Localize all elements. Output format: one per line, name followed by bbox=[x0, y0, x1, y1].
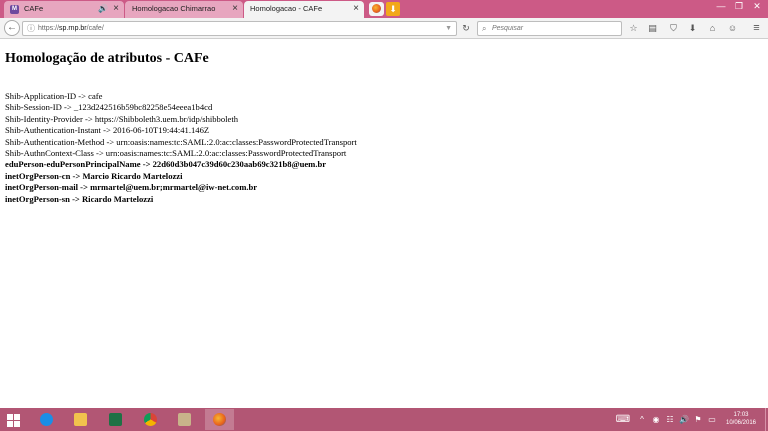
clock[interactable]: 17:03 10/06/2016 bbox=[722, 411, 760, 427]
url-path: /cafe/ bbox=[86, 25, 104, 32]
close-window-icon[interactable]: ✕ bbox=[748, 0, 766, 14]
taskbar-file-explorer[interactable] bbox=[66, 409, 95, 430]
pocket-icon[interactable]: ⛉ bbox=[667, 21, 680, 36]
page-title: Homologação de atributos - CAFe bbox=[5, 51, 209, 66]
tab-label: Homologacao - CAFe bbox=[250, 4, 323, 13]
archive-icon bbox=[178, 413, 191, 426]
firefox-hello-button[interactable] bbox=[369, 2, 384, 16]
attribute-row: Shib-Authentication-Method -> urn:oasis:… bbox=[5, 136, 357, 147]
search-bar[interactable]: ⌕ bbox=[477, 21, 622, 36]
chat-icon[interactable]: ☺ bbox=[726, 21, 739, 36]
clock-time: 17:03 bbox=[733, 412, 749, 418]
network-icon[interactable]: ☷ bbox=[664, 413, 676, 426]
attribute-list: Shib-Application-ID -> cafe Shib-Session-… bbox=[5, 91, 357, 205]
close-tab-icon[interactable]: × bbox=[232, 1, 238, 17]
attribute-row: Shib-AuthnContext-Class -> urn:oasis:nam… bbox=[5, 148, 347, 159]
clock-date: 10/06/2016 bbox=[725, 420, 757, 426]
action-center-flag-icon[interactable]: ⚑ bbox=[692, 413, 704, 426]
start-button[interactable] bbox=[0, 409, 29, 430]
download-arrow-icon: ⬇ bbox=[389, 4, 397, 14]
tab-homologacao-cafe[interactable]: Homologacao - CAFe × bbox=[244, 1, 364, 18]
attribute-row: Shib-Session-ID -> _123d242516b59bc82258… bbox=[5, 102, 213, 113]
attribute-row: eduPerson-eduPersonPrincipalName -> 22d6… bbox=[5, 159, 327, 170]
attribute-row: inetOrgPerson-cn -> Marcio Ricardo Marte… bbox=[5, 170, 183, 181]
back-arrow-icon: ← bbox=[7, 22, 17, 33]
show-hidden-icons-chevron[interactable]: ^ bbox=[637, 413, 647, 426]
url-scheme: https:// bbox=[38, 25, 60, 32]
close-tab-icon[interactable]: × bbox=[113, 1, 119, 17]
taskbar-firefox[interactable] bbox=[205, 409, 234, 430]
url-host: sp.rnp.br bbox=[59, 25, 87, 32]
reading-list-icon[interactable]: ▤ bbox=[646, 21, 659, 36]
firefox-icon bbox=[372, 4, 381, 13]
tab-homologacao-chimarrao[interactable]: Homologacao Chimarrao × bbox=[125, 1, 243, 18]
taskbar-archive-app[interactable] bbox=[170, 409, 199, 430]
search-icon[interactable]: ⌕ bbox=[482, 22, 486, 35]
tab-strip: M CAFe 🔊 × Homologacao Chimarrao × Homol… bbox=[0, 0, 768, 18]
url-text[interactable]: https://sp.rnp.br/cafe/ bbox=[38, 22, 104, 35]
download-icon[interactable]: ⬇ bbox=[686, 21, 699, 36]
navigation-bar: ← ⓘ https://sp.rnp.br/cafe/ ▼ ↻ ⌕ ☆ ▤ ⛉ … bbox=[0, 18, 768, 39]
tray-app-icon[interactable]: ◉ bbox=[650, 413, 662, 426]
keyboard-icon[interactable]: ⌨ bbox=[615, 413, 631, 426]
info-icon[interactable]: ⓘ bbox=[27, 22, 35, 35]
search-input[interactable] bbox=[492, 23, 617, 34]
attribute-row: Shib-Identity-Provider -> https://Shibbo… bbox=[5, 113, 239, 124]
attribute-row: inetOrgPerson-mail -> mrmartel@uem.br;mr… bbox=[5, 182, 258, 193]
menu-icon[interactable]: ≡ bbox=[750, 21, 763, 36]
page-content: Homologação de atributos - CAFe Shib-App… bbox=[0, 40, 768, 408]
taskbar: ⌨ ^ ◉ ☷ 🔊 ⚑ ▭ 17:03 10/06/2016 bbox=[0, 408, 768, 431]
internet-explorer-icon bbox=[40, 413, 53, 426]
back-button[interactable]: ← bbox=[4, 20, 20, 36]
attribute-row: inetOrgPerson-sn -> Ricardo Martelozzi bbox=[5, 193, 154, 204]
tab-cafe[interactable]: M CAFe 🔊 × bbox=[4, 1, 124, 18]
taskbar-chrome[interactable] bbox=[136, 409, 165, 430]
reload-icon[interactable]: ↻ bbox=[460, 21, 472, 36]
windows-logo-icon bbox=[7, 414, 21, 428]
close-tab-icon[interactable]: × bbox=[353, 1, 359, 17]
minimize-icon[interactable]: — bbox=[712, 0, 730, 14]
tab-label: Homologacao Chimarrao bbox=[132, 4, 216, 13]
excel-icon bbox=[109, 413, 122, 426]
folder-icon bbox=[74, 413, 87, 426]
tab-label: CAFe bbox=[24, 4, 44, 13]
taskbar-excel[interactable] bbox=[101, 409, 130, 430]
taskbar-internet-explorer[interactable] bbox=[32, 409, 61, 430]
gmail-favicon-icon: M bbox=[10, 5, 19, 14]
bookmark-star-icon[interactable]: ☆ bbox=[627, 21, 640, 36]
restore-icon[interactable]: ❐ bbox=[730, 0, 748, 14]
chrome-icon bbox=[144, 413, 157, 426]
volume-icon[interactable]: 🔊 bbox=[678, 413, 690, 426]
speaker-icon[interactable]: 🔊 bbox=[98, 1, 108, 17]
history-dropdown-icon[interactable]: ▼ bbox=[445, 22, 452, 35]
attribute-row: Shib-Authentication-Instant -> 2016-06-1… bbox=[5, 125, 210, 136]
language-icon[interactable]: ▭ bbox=[706, 413, 718, 426]
home-icon[interactable]: ⌂ bbox=[706, 21, 719, 36]
attribute-row: Shib-Application-ID -> cafe bbox=[5, 91, 103, 101]
address-bar[interactable]: ⓘ https://sp.rnp.br/cafe/ ▼ bbox=[22, 21, 457, 36]
download-status-button[interactable]: ⬇ bbox=[386, 2, 400, 16]
firefox-icon bbox=[213, 413, 226, 426]
